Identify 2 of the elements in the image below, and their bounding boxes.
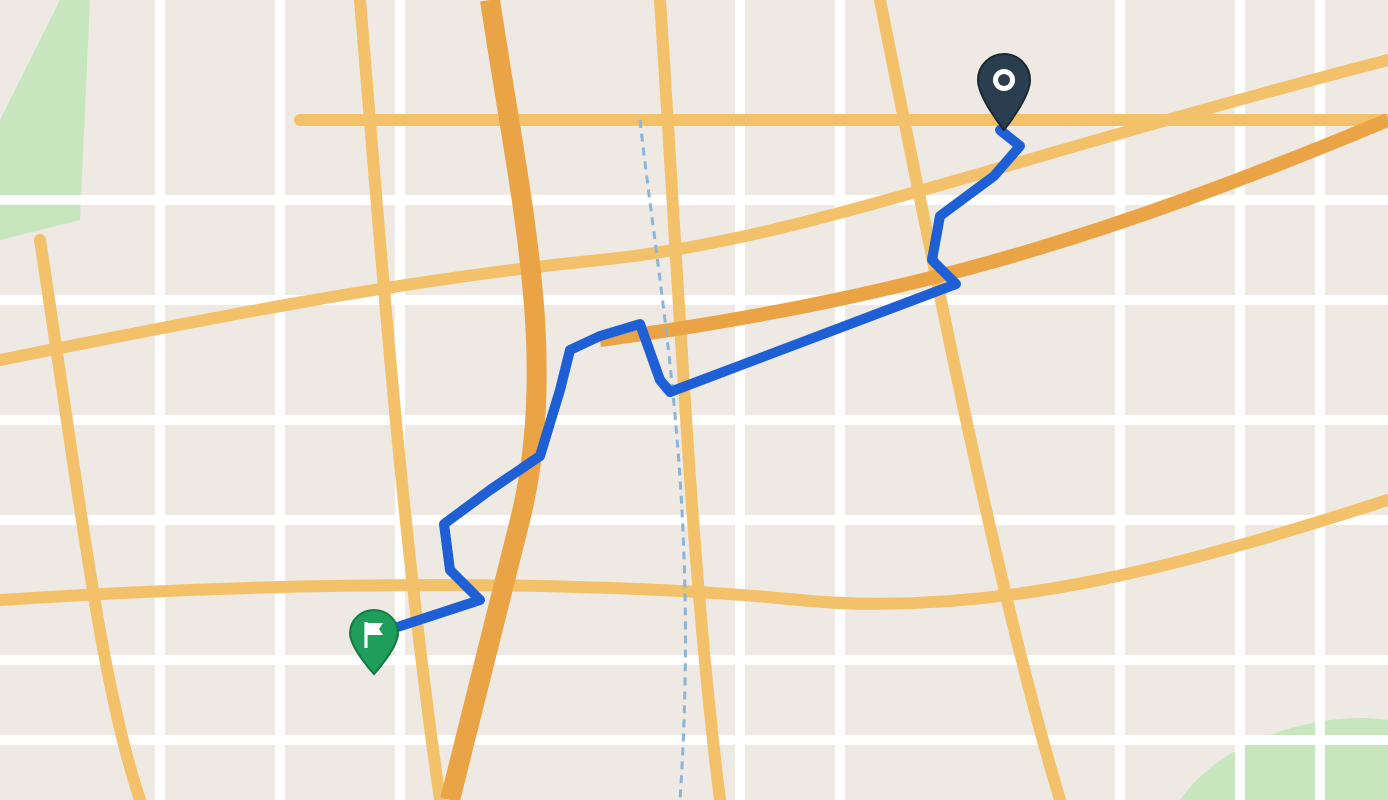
location-pin-icon[interactable] (976, 52, 1032, 132)
flag-pin-icon[interactable] (348, 608, 400, 676)
